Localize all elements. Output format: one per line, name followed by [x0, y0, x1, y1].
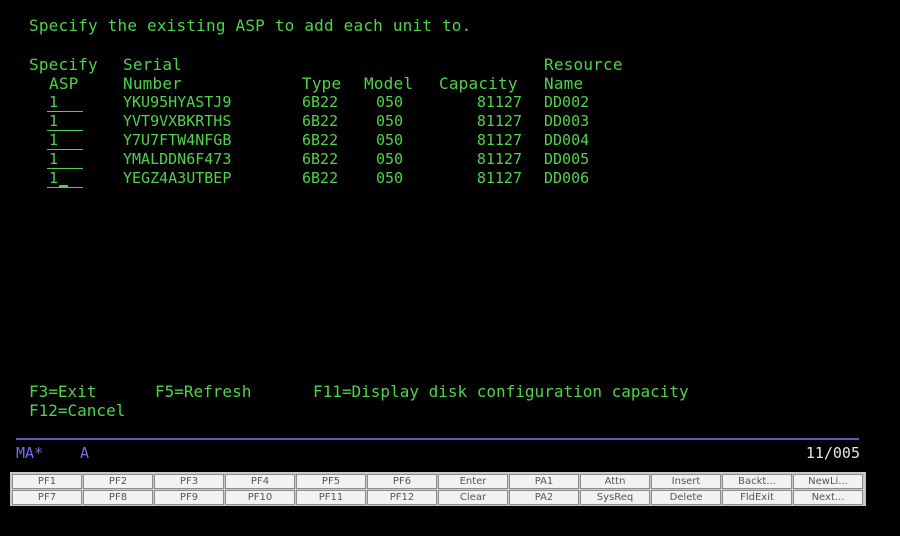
- asp-input[interactable]: [47, 150, 83, 169]
- resource-name: DD004: [544, 131, 590, 149]
- f12-cancel-key[interactable]: F12=Cancel: [29, 401, 125, 420]
- unit-type: 6B22: [302, 169, 339, 187]
- resource-name: DD002: [544, 93, 590, 111]
- pf3-button[interactable]: PF3: [154, 474, 224, 489]
- f5-refresh-key[interactable]: F5=Refresh: [155, 382, 251, 401]
- cursor-position: 11/005: [805, 444, 860, 462]
- insert-button[interactable]: Insert: [651, 474, 721, 489]
- unit-type: 6B22: [302, 112, 339, 130]
- text-cursor: [59, 185, 68, 187]
- session-indicator: MA*: [16, 444, 44, 462]
- header-number: Number: [123, 74, 182, 93]
- serial-number: YEGZ4A3UTBEP: [123, 169, 232, 187]
- pf1-button[interactable]: PF1: [12, 474, 82, 489]
- attn-button[interactable]: Attn: [580, 474, 650, 489]
- clear-button[interactable]: Clear: [438, 490, 508, 505]
- header-capacity: Capacity: [439, 74, 518, 93]
- instruction-text: Specify the existing ASP to add each uni…: [29, 16, 472, 35]
- unit-model: 050: [376, 131, 404, 149]
- pa2-button[interactable]: PA2: [509, 490, 579, 505]
- unit-model: 050: [376, 169, 404, 187]
- header-name: Name: [544, 74, 584, 93]
- unit-model: 050: [376, 93, 404, 111]
- unit-type: 6B22: [302, 131, 339, 149]
- delete-button[interactable]: Delete: [651, 490, 721, 505]
- pf8-button[interactable]: PF8: [83, 490, 153, 505]
- sysreq-button[interactable]: SysReq: [580, 490, 650, 505]
- header-model: Model: [364, 74, 414, 93]
- terminal-screen: Specify the existing ASP to add each uni…: [0, 0, 900, 430]
- serial-number: YVT9VXBKRTHS: [123, 112, 232, 130]
- enter-button[interactable]: Enter: [438, 474, 508, 489]
- status-divider: [16, 438, 859, 440]
- unit-capacity: 81127: [476, 93, 522, 111]
- header-resource: Resource: [544, 55, 623, 74]
- keypad: PF1 PF2 PF3 PF4 PF5 PF6 Enter PA1 Attn I…: [10, 472, 866, 506]
- mode-indicator: A: [80, 444, 90, 462]
- f3-exit-key[interactable]: F3=Exit: [29, 382, 96, 401]
- unit-model: 050: [376, 112, 404, 130]
- pf7-button[interactable]: PF7: [12, 490, 82, 505]
- resource-name: DD003: [544, 112, 590, 130]
- pa1-button[interactable]: PA1: [509, 474, 579, 489]
- pf6-button[interactable]: PF6: [367, 474, 437, 489]
- unit-model: 050: [376, 150, 404, 168]
- asp-input[interactable]: [47, 112, 83, 131]
- pf10-button[interactable]: PF10: [225, 490, 295, 505]
- next-button[interactable]: Next...: [793, 490, 863, 505]
- unit-capacity: 81127: [476, 112, 522, 130]
- pf9-button[interactable]: PF9: [154, 490, 224, 505]
- newline-button[interactable]: NewLi...: [793, 474, 863, 489]
- resource-name: DD006: [544, 169, 590, 187]
- pf11-button[interactable]: PF11: [296, 490, 366, 505]
- header-type: Type: [302, 74, 342, 93]
- resource-name: DD005: [544, 150, 590, 168]
- unit-capacity: 81127: [476, 131, 522, 149]
- fieldexit-button[interactable]: FldExit: [722, 490, 792, 505]
- backtab-button[interactable]: Backt...: [722, 474, 792, 489]
- serial-number: Y7U7FTW4NFGB: [123, 131, 232, 149]
- asp-input[interactable]: [47, 131, 83, 150]
- f11-display-capacity-key[interactable]: F11=Display disk configuration capacity: [313, 382, 689, 401]
- pf4-button[interactable]: PF4: [225, 474, 295, 489]
- header-serial: Serial: [123, 55, 182, 74]
- pf12-button[interactable]: PF12: [367, 490, 437, 505]
- pf5-button[interactable]: PF5: [296, 474, 366, 489]
- unit-type: 6B22: [302, 150, 339, 168]
- serial-number: YMALDDN6F473: [123, 150, 232, 168]
- pf2-button[interactable]: PF2: [83, 474, 153, 489]
- unit-capacity: 81127: [476, 169, 522, 187]
- unit-capacity: 81127: [476, 150, 522, 168]
- header-specify: Specify: [29, 55, 98, 74]
- unit-type: 6B22: [302, 93, 339, 111]
- header-asp: ASP: [49, 74, 79, 93]
- serial-number: YKU95HYASTJ9: [123, 93, 232, 111]
- asp-input[interactable]: [47, 93, 83, 112]
